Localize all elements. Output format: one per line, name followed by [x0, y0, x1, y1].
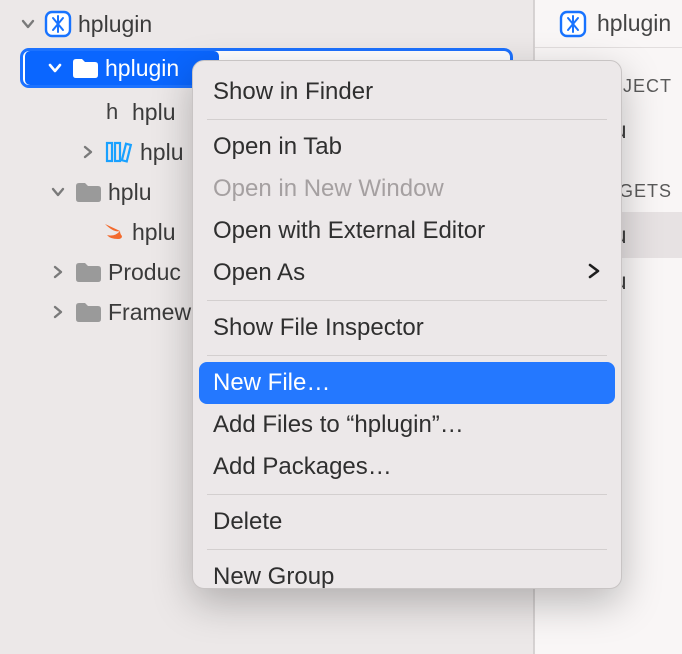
library-icon — [104, 140, 134, 164]
tree-row-project[interactable]: hplugin — [0, 4, 533, 44]
menu-separator — [207, 119, 607, 120]
app-icon — [559, 10, 587, 38]
editor-header: hplugin — [535, 0, 682, 48]
menu-open-as[interactable]: Open As — [193, 252, 621, 294]
context-menu: Show in Finder Open in Tab Open in New W… — [192, 60, 622, 589]
menu-separator — [207, 549, 607, 550]
chevron-right-icon[interactable] — [48, 264, 68, 280]
chevron-right-icon — [587, 260, 601, 286]
folder-icon — [71, 57, 99, 79]
folder-gray-icon — [74, 261, 102, 283]
menu-separator — [207, 300, 607, 301]
menu-open-in-tab[interactable]: Open in Tab — [193, 126, 621, 168]
menu-separator — [207, 494, 607, 495]
menu-new-group[interactable]: New Group — [193, 556, 621, 589]
folder-gray-icon — [74, 301, 102, 323]
tree-label: hplu — [140, 139, 183, 166]
swift-file-icon — [100, 219, 126, 245]
app-icon — [44, 10, 72, 38]
menu-add-packages[interactable]: Add Packages… — [193, 446, 621, 488]
chevron-right-icon[interactable] — [48, 304, 68, 320]
menu-show-in-finder[interactable]: Show in Finder — [193, 71, 621, 113]
menu-new-file[interactable]: New File… — [199, 362, 615, 404]
tree-label: Framew — [108, 299, 191, 326]
tree-label: hplugin — [105, 55, 179, 82]
chevron-down-icon[interactable] — [45, 60, 65, 76]
menu-show-file-inspector[interactable]: Show File Inspector — [193, 307, 621, 349]
svg-text:h: h — [106, 99, 118, 124]
tree-label: hplu — [132, 99, 175, 126]
editor-title: hplugin — [597, 10, 671, 37]
tree-label: hplugin — [78, 11, 152, 38]
header-file-icon: h — [100, 99, 126, 125]
tree-label: Produc — [108, 259, 181, 286]
folder-gray-icon — [74, 181, 102, 203]
tree-label: hplu — [108, 179, 151, 206]
menu-add-files[interactable]: Add Files to “hplugin”… — [193, 404, 621, 446]
menu-delete[interactable]: Delete — [193, 501, 621, 543]
chevron-right-icon[interactable] — [78, 144, 98, 160]
menu-open-in-new-window: Open in New Window — [193, 168, 621, 210]
chevron-down-icon[interactable] — [18, 16, 38, 32]
tree-label: hplu — [132, 219, 175, 246]
chevron-down-icon[interactable] — [48, 184, 68, 200]
menu-separator — [207, 355, 607, 356]
menu-open-external[interactable]: Open with External Editor — [193, 210, 621, 252]
